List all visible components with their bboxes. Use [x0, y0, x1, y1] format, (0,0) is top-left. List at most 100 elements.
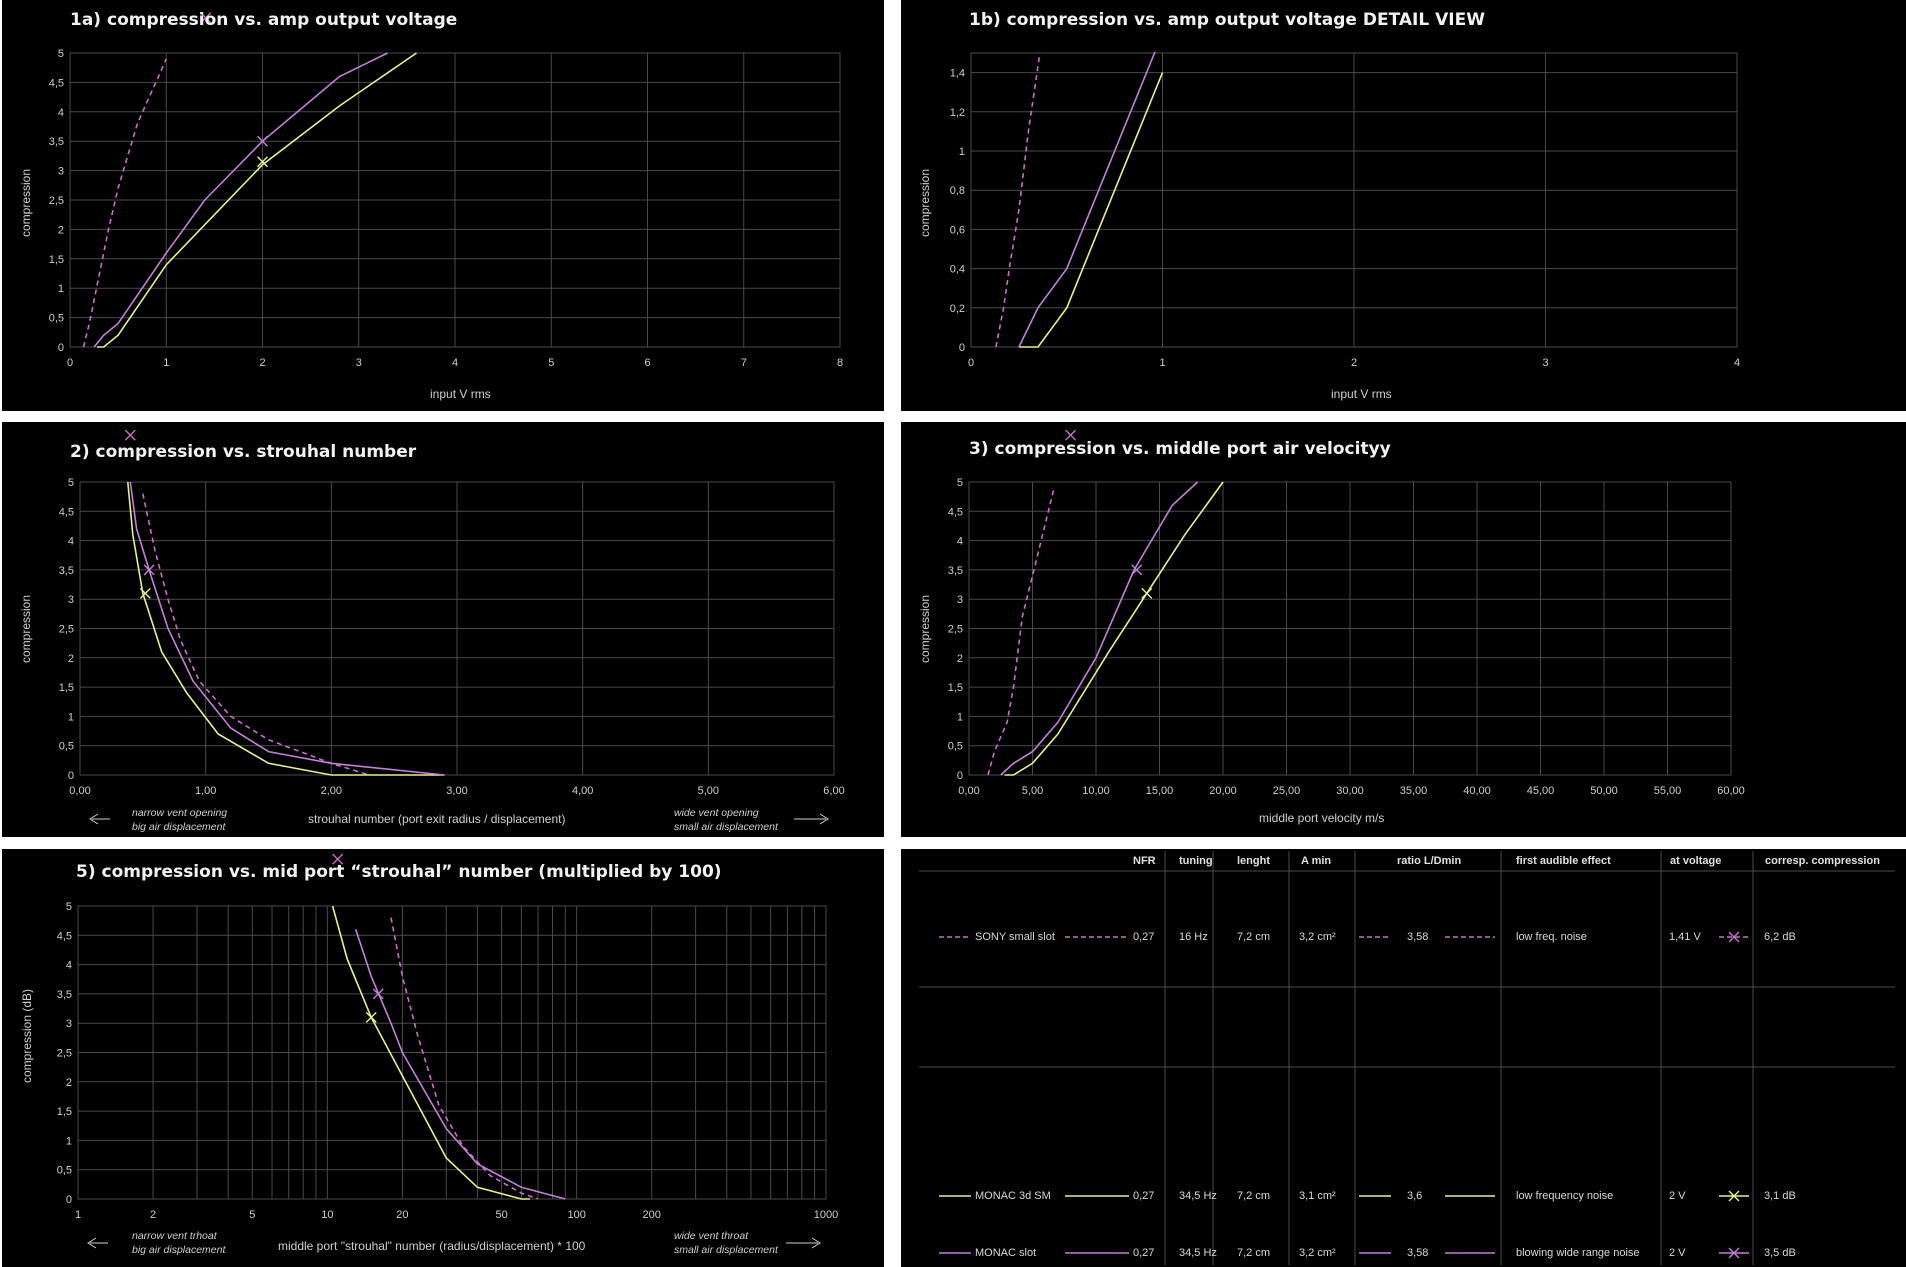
table-row-2-length: 7,2 cm: [1237, 1190, 1271, 1202]
x-tick-label: 30,00: [1336, 785, 1364, 797]
table-row-1-effect: low freq. noise: [1516, 931, 1587, 943]
table-row-1-nfr: 0,27: [1133, 931, 1155, 943]
x-tick-label: 1: [75, 1209, 81, 1221]
legend-table-panel: NFR tuning lenght A min ratio L/Dmin fir…: [901, 849, 1906, 1267]
x-tick-label: 20: [396, 1209, 408, 1221]
y-tick-label: 3: [66, 1018, 72, 1030]
table-row-2-name: MONAC 3d SM: [975, 1190, 1051, 1202]
y-tick-label: 4: [68, 536, 74, 548]
y-tick-label: 3: [957, 594, 963, 606]
y-tick-label: 4,5: [49, 77, 64, 89]
series-line-sony-small-slot: [995, 52, 1041, 348]
y-tick-label: 0,5: [948, 741, 963, 753]
y-tick-label: 2: [66, 1077, 72, 1089]
x-tick-label: 50,00: [1590, 785, 1618, 797]
x-tick-label: 2,00: [321, 785, 342, 797]
table-row-3-tuning: 34,5 Hz: [1179, 1247, 1217, 1259]
table-row-2-nfr: 0,27: [1133, 1190, 1155, 1202]
x-tick-label: 60,00: [1717, 785, 1745, 797]
chart-1b-title: 1b) compression vs. amp output voltage D…: [969, 10, 1485, 30]
x-tick-label: 40,00: [1463, 785, 1491, 797]
x-tick-label: 2: [1351, 357, 1357, 369]
y-tick-label: 1: [68, 711, 74, 723]
table-header-voltage: at voltage: [1670, 855, 1722, 867]
table-row-3-amin: 3,2 cm²: [1299, 1247, 1336, 1259]
table-row-3-effect: blowing wide range noise: [1516, 1247, 1640, 1259]
chart-2-title: 2) compression vs. strouhal number: [70, 442, 417, 462]
series-line-sony-small-slot: [987, 487, 1055, 776]
x-tick-label: 0,00: [958, 785, 979, 797]
x-tick-label: 4: [1734, 357, 1740, 369]
table-header-nfr: NFR: [1133, 855, 1156, 867]
chart-5-note-left: narrow vent trhoat big air displacement: [132, 1230, 226, 1256]
table-row-3-nfr: 0,27: [1133, 1247, 1155, 1259]
data-marker: [1141, 587, 1153, 599]
y-tick-label: 5: [68, 477, 74, 489]
table-row-1-amin: 3,2 cm²: [1299, 931, 1336, 943]
table-header-tuning: tuning: [1179, 855, 1213, 867]
x-tick-label: 3: [1542, 357, 1548, 369]
y-tick-label: 3,5: [59, 565, 74, 577]
table-row-2-ratio: 3,6: [1407, 1190, 1423, 1202]
table-header-length: lenght: [1237, 855, 1270, 867]
x-tick-label: 5: [249, 1209, 255, 1221]
x-tick-label: 50: [495, 1209, 507, 1221]
y-tick-label: 3: [58, 166, 64, 178]
chart-1b-svg: 0 0,2 0,4 0,6 0,8 1 1,2 1,4 0 1 2 3 4: [950, 52, 1740, 369]
y-tick-label: 4: [957, 536, 963, 548]
table-row-3-voltage: 2 V: [1669, 1247, 1686, 1259]
series-line-sony-small-slot: [82, 58, 168, 348]
chart-panel-2: 0 0,5 1 1,5 2 2,5 3 3,5 4 4,5 5 0,00 1,00 2,00 3,00 4,0…: [2, 422, 884, 837]
chart-1b-xlabel: input V rms: [1331, 387, 1392, 401]
x-tick-label: 25,00: [1273, 785, 1301, 797]
chart-panel-5: 0 0,5 1 1,5 2 2,5 3 3,5 4 4,5 5 1 2 5 10 20 50 100 200 1000…: [2, 849, 884, 1267]
x-tick-label: 4: [452, 357, 458, 369]
y-tick-label: 0,6: [950, 224, 965, 236]
x-tick-label: 3: [356, 357, 362, 369]
y-tick-label: 3,5: [948, 565, 963, 577]
table-row-1-compression: 6,2 dB: [1764, 931, 1796, 943]
chart-3-xlabel: middle port velocity m/s: [1259, 811, 1385, 825]
x-tick-label: 4,00: [572, 785, 593, 797]
y-tick-label: 0,5: [59, 741, 74, 753]
y-tick-label: 1,4: [950, 68, 965, 80]
x-tick-label: 35,00: [1400, 785, 1428, 797]
data-marker: [139, 587, 151, 599]
table-row-1-name: SONY small slot: [975, 931, 1055, 943]
chart-5-note-right: wide vent throat small air displacement: [674, 1230, 778, 1256]
y-tick-label: 1: [66, 1135, 72, 1147]
chart-2-note-left: narrow vent opening big air displacement: [132, 807, 228, 833]
y-tick-label: 0: [58, 342, 64, 354]
x-tick-label: 20,00: [1209, 785, 1237, 797]
y-tick-label: 2: [957, 653, 963, 665]
chart-2-svg: 0 0,5 1 1,5 2 2,5 3 3,5 4 4,5 5 0,00 1,00 2,00 3,00 4,0…: [59, 429, 845, 825]
series-line-monac-slot: [354, 929, 566, 1200]
table-row-1-length: 7,2 cm: [1237, 931, 1271, 943]
x-tick-label: 6,00: [823, 785, 844, 797]
y-tick-label: 0: [66, 1194, 72, 1206]
chart-3-title: 3) compression vs. middle port air veloc…: [969, 439, 1391, 459]
y-tick-label: 1,5: [948, 682, 963, 694]
x-tick-label: 10,00: [1082, 785, 1110, 797]
chart-3-ylabel: compression: [918, 594, 933, 664]
chart-1a-ylabel: compression: [19, 168, 34, 238]
y-tick-label: 1: [957, 711, 963, 723]
chart-5-svg: 0 0,5 1 1,5 2 2,5 3 3,5 4 4,5 5 1 2 5 10 20 50 100 200 1000: [57, 853, 838, 1249]
y-tick-label: 1,5: [49, 254, 64, 266]
x-tick-label: 10: [321, 1209, 333, 1221]
x-tick-label: 15,00: [1146, 785, 1174, 797]
table-header-amin: A min: [1301, 855, 1332, 867]
x-tick-label: 2: [259, 357, 265, 369]
y-tick-label: 5: [957, 477, 963, 489]
x-tick-label: 0,00: [69, 785, 90, 797]
y-tick-label: 4: [58, 107, 64, 119]
table-header-ratio: ratio L/Dmin: [1397, 855, 1462, 867]
x-tick-label: 1: [163, 357, 169, 369]
chart-5-title: 5) compression vs. mid port “strouhal” n…: [76, 862, 722, 882]
table-row-2-compression: 3,1 dB: [1764, 1190, 1796, 1202]
x-tick-label: 8: [837, 357, 843, 369]
legend-table-svg: [919, 851, 1895, 1265]
x-tick-label: 3,00: [446, 785, 467, 797]
chart-1b-ylabel: compression: [918, 168, 933, 238]
y-tick-label: 2,5: [57, 1048, 72, 1060]
